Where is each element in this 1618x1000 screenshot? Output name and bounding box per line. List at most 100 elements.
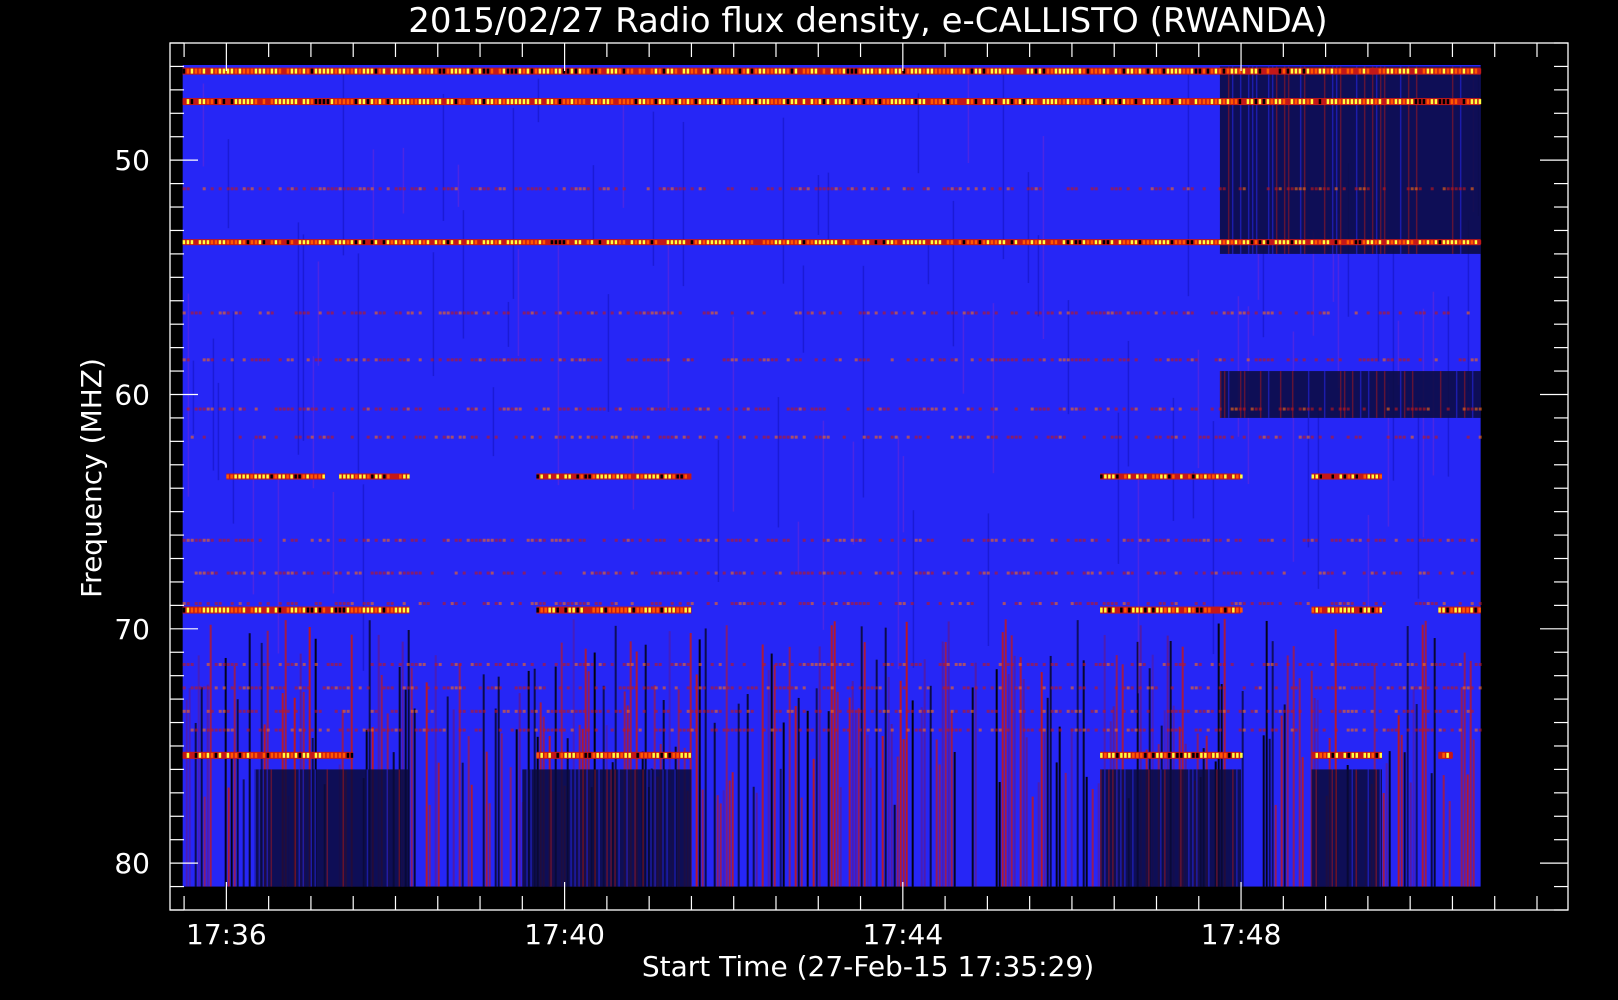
band-segment: [382, 68, 386, 74]
dark-region-stripe: [1343, 371, 1346, 418]
noise-stripe: [890, 723, 893, 887]
interference-dot: [522, 686, 526, 690]
interference-dot: [670, 311, 674, 315]
interference-dot: [714, 709, 718, 713]
interference-dot: [862, 435, 866, 439]
interference-dot: [1050, 571, 1054, 575]
interference-dot: [466, 407, 470, 411]
interference-dot: [1382, 728, 1386, 732]
interference-dot: [1270, 602, 1274, 606]
band-segment: [640, 607, 643, 613]
interference-dot: [654, 358, 658, 362]
interference-dot: [882, 407, 886, 411]
interference-dot: [278, 686, 282, 690]
interference-dot: [258, 358, 262, 362]
band-segment: [402, 68, 406, 74]
interference-dot: [1314, 187, 1318, 191]
interference-dot: [1218, 709, 1222, 713]
interference-dot: [866, 435, 870, 439]
interference-dot: [734, 358, 738, 362]
band-segment: [838, 99, 842, 105]
interference-dot: [826, 571, 830, 575]
band-segment: [350, 607, 354, 613]
band-segment: [668, 752, 671, 758]
interference-dot: [702, 435, 706, 439]
interference-dot: [1402, 686, 1406, 690]
band-segment: [1208, 607, 1211, 613]
interference-dot: [446, 358, 450, 362]
interference-dot: [422, 728, 426, 732]
band-segment: [182, 240, 186, 245]
interference-dot: [666, 571, 670, 575]
noise-stripe: [357, 253, 360, 475]
interference-dot: [234, 187, 238, 191]
interference-dot: [1110, 602, 1114, 606]
interference-dot: [242, 662, 246, 666]
interference-dot: [1234, 538, 1238, 542]
interference-dot: [370, 709, 374, 713]
interference-dot: [1170, 407, 1174, 411]
interference-dot: [1058, 311, 1062, 315]
band-segment: [1142, 240, 1146, 245]
interference-dot: [386, 602, 390, 606]
interference-dot: [642, 311, 646, 315]
band-segment: [414, 68, 418, 74]
band-segment: [1367, 607, 1371, 613]
band-segment: [1074, 68, 1078, 74]
noise-stripe: [755, 792, 758, 887]
interference-dot: [818, 662, 822, 666]
noise-stripe: [893, 804, 896, 887]
interference-dot: [882, 709, 886, 713]
interference-dot: [946, 187, 950, 191]
interference-dot: [654, 709, 658, 713]
dark-region-stripe: [1463, 371, 1466, 418]
interference-dot: [578, 407, 582, 411]
band-segment: [1034, 68, 1038, 74]
band-segment: [1286, 99, 1290, 105]
interference-dot: [430, 358, 434, 362]
interference-dot: [686, 686, 690, 690]
interference-dot: [1322, 187, 1326, 191]
interference-dot: [1470, 709, 1474, 713]
interference-dot: [1478, 602, 1482, 606]
interference-dot: [342, 311, 346, 315]
dark-region-stripe: [258, 769, 261, 887]
band-segment: [1282, 99, 1286, 105]
interference-dot: [1094, 358, 1098, 362]
band-segment: [430, 240, 434, 245]
band-segment: [1180, 474, 1183, 479]
band-segment: [758, 68, 762, 74]
interference-dot: [754, 538, 758, 542]
band-segment: [318, 607, 322, 613]
band-segment: [670, 68, 674, 74]
interference-dot: [1186, 187, 1190, 191]
interference-dot: [1026, 571, 1030, 575]
noise-stripe: [875, 659, 878, 887]
interference-dot: [206, 407, 210, 411]
interference-dot: [1238, 311, 1242, 315]
interference-dot: [478, 538, 482, 542]
interference-dot: [1178, 358, 1182, 362]
interference-dot: [214, 686, 218, 690]
interference-dot: [486, 602, 490, 606]
band-segment: [286, 99, 290, 105]
band-segment: [882, 68, 886, 74]
band-segment: [548, 607, 551, 613]
interference-dot: [1214, 571, 1218, 575]
interference-dot: [526, 538, 530, 542]
interference-dot: [522, 728, 526, 732]
band-segment: [966, 68, 970, 74]
interference-dot: [582, 571, 586, 575]
interference-dot: [1146, 311, 1150, 315]
interference-dot: [1218, 358, 1222, 362]
band-segment: [770, 240, 774, 245]
band-segment: [854, 68, 858, 74]
interference-dot: [910, 311, 914, 315]
band-segment: [582, 99, 586, 105]
interference-dot: [922, 571, 926, 575]
band-segment: [402, 240, 406, 245]
band-segment: [1112, 752, 1115, 758]
interference-dot: [978, 571, 982, 575]
interference-dot: [670, 571, 674, 575]
dark-region-stripe: [310, 769, 313, 887]
